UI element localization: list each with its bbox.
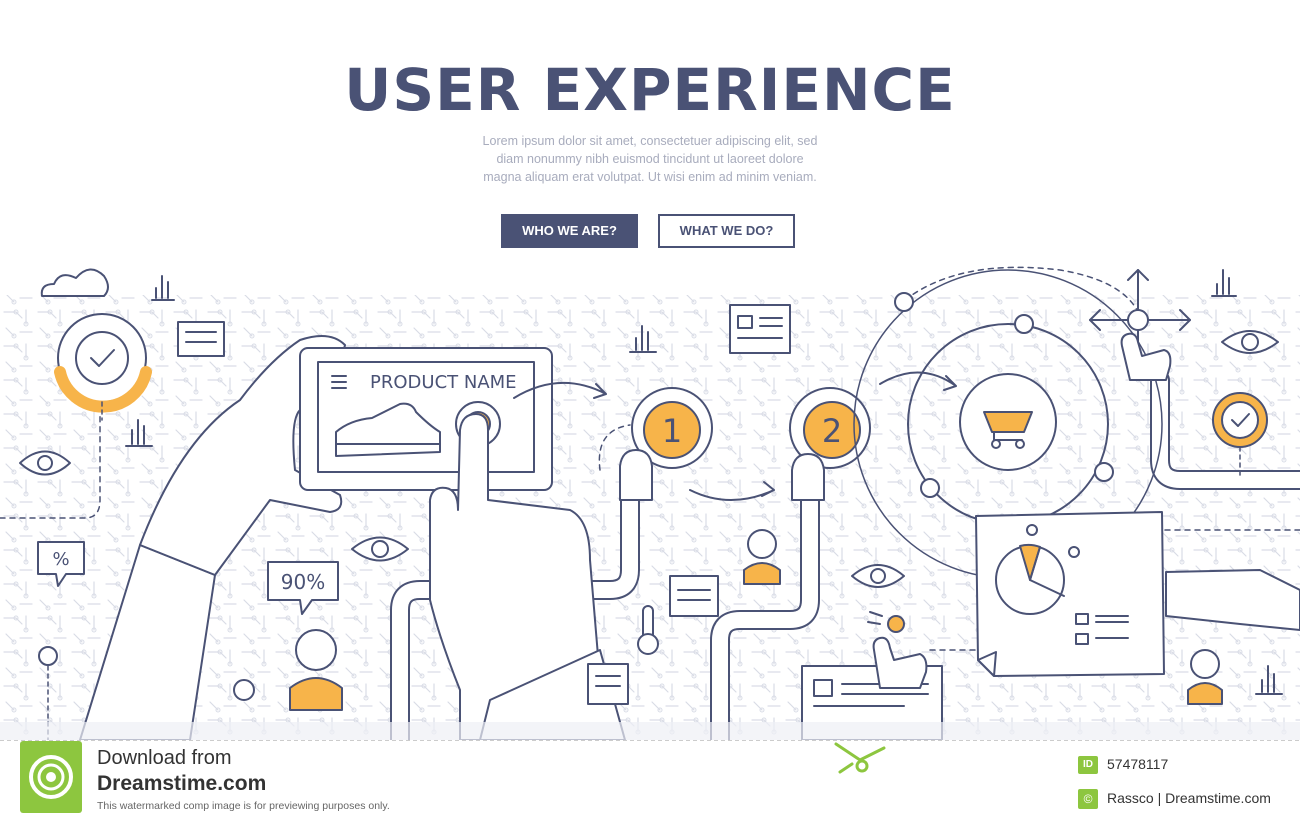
pin-icon xyxy=(233,679,255,701)
product-name-label: PRODUCT NAME xyxy=(370,372,517,393)
step-two-text: 2 xyxy=(822,412,842,450)
dreamstime-site[interactable]: Dreamstime.com xyxy=(97,772,266,796)
id-badge: ID xyxy=(1078,756,1098,774)
hero-section: USER EXPERIENCE Lorem ipsum dolor sit am… xyxy=(0,0,1300,740)
who-we-are-button[interactable]: WHO WE ARE? xyxy=(501,214,638,248)
watermark-note: This watermarked comp image is for previ… xyxy=(97,800,390,812)
note-card-icon xyxy=(669,575,719,617)
what-we-do-button[interactable]: WHAT WE DO? xyxy=(658,214,795,248)
percent-90-text: 90% xyxy=(281,570,325,594)
note-card-icon xyxy=(729,304,791,354)
lorem-line: diam nonummy nibh euismod tincidunt ut l… xyxy=(496,152,804,166)
hero-description: Lorem ipsum dolor sit amet, consectetuer… xyxy=(440,132,860,186)
download-line: Download from xyxy=(97,747,232,769)
bar-chart-icon xyxy=(1211,269,1237,297)
step-one-text: 1 xyxy=(662,412,682,450)
percent-badge-text: % xyxy=(52,549,69,570)
lorem-line: Lorem ipsum dolor sit amet, consectetuer… xyxy=(482,134,818,148)
ux-illustration: % 90% PRODUCT NAME 1 2 xyxy=(0,266,1300,740)
page-title: USER EXPERIENCE xyxy=(344,56,956,124)
author-credit[interactable]: Rassco | Dreamstime.com xyxy=(1107,790,1271,806)
doc-card xyxy=(587,663,629,705)
image-id-number: 57478117 xyxy=(1107,756,1169,772)
copyright-icon: © xyxy=(1078,789,1098,809)
scissors-icon xyxy=(834,742,886,774)
note-card-icon xyxy=(177,321,225,357)
dreamstime-logo xyxy=(20,741,82,813)
cloud-icon xyxy=(40,268,109,297)
lorem-line: magna aliquam erat volutpat. Ut wisi eni… xyxy=(483,170,817,184)
